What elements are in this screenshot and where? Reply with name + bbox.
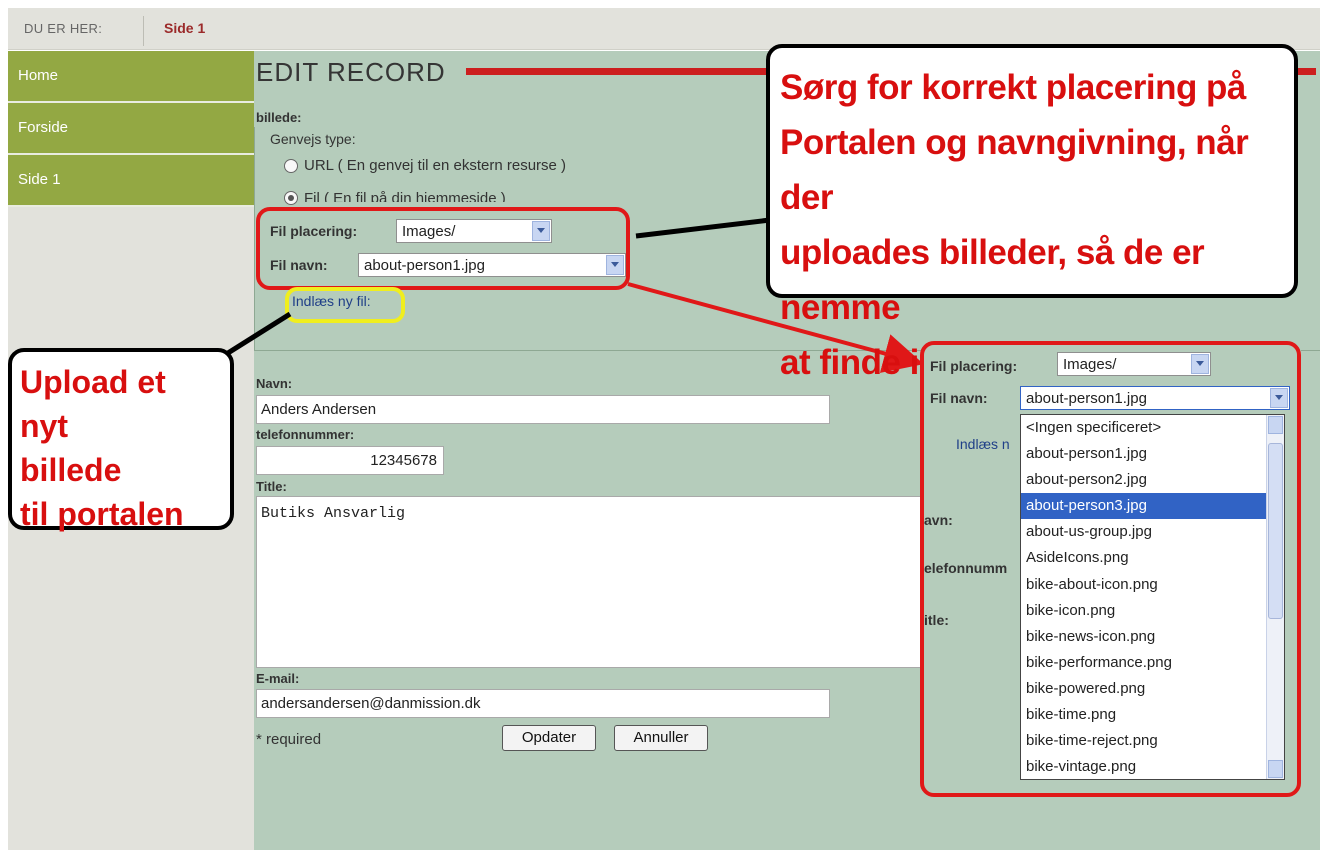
callout-upload-tip: Upload et nyt billede til portalen bbox=[8, 348, 234, 532]
connector-left-callout bbox=[218, 311, 292, 361]
callout-top-line-2: Portalen og navngivning, når der bbox=[780, 123, 1249, 217]
screen: DU ER HER: Side 1 Home Forside Side 1 ED… bbox=[0, 0, 1320, 850]
callout-top-line-1: Sørg for korrekt placering på bbox=[780, 68, 1246, 107]
callout-left-line-1: Upload et nyt bbox=[20, 364, 166, 444]
callout-placement-tip: Sørg for korrekt placering på Portalen o… bbox=[766, 44, 1298, 382]
callout-top-line-3: uploades billeder, så de er nemme bbox=[780, 233, 1205, 327]
callout-left-line-3: til portalen bbox=[20, 496, 184, 532]
highlight-zoom-box bbox=[920, 341, 1301, 797]
connector-top-callout bbox=[635, 217, 771, 239]
callout-left-line-2: billede bbox=[20, 452, 122, 488]
